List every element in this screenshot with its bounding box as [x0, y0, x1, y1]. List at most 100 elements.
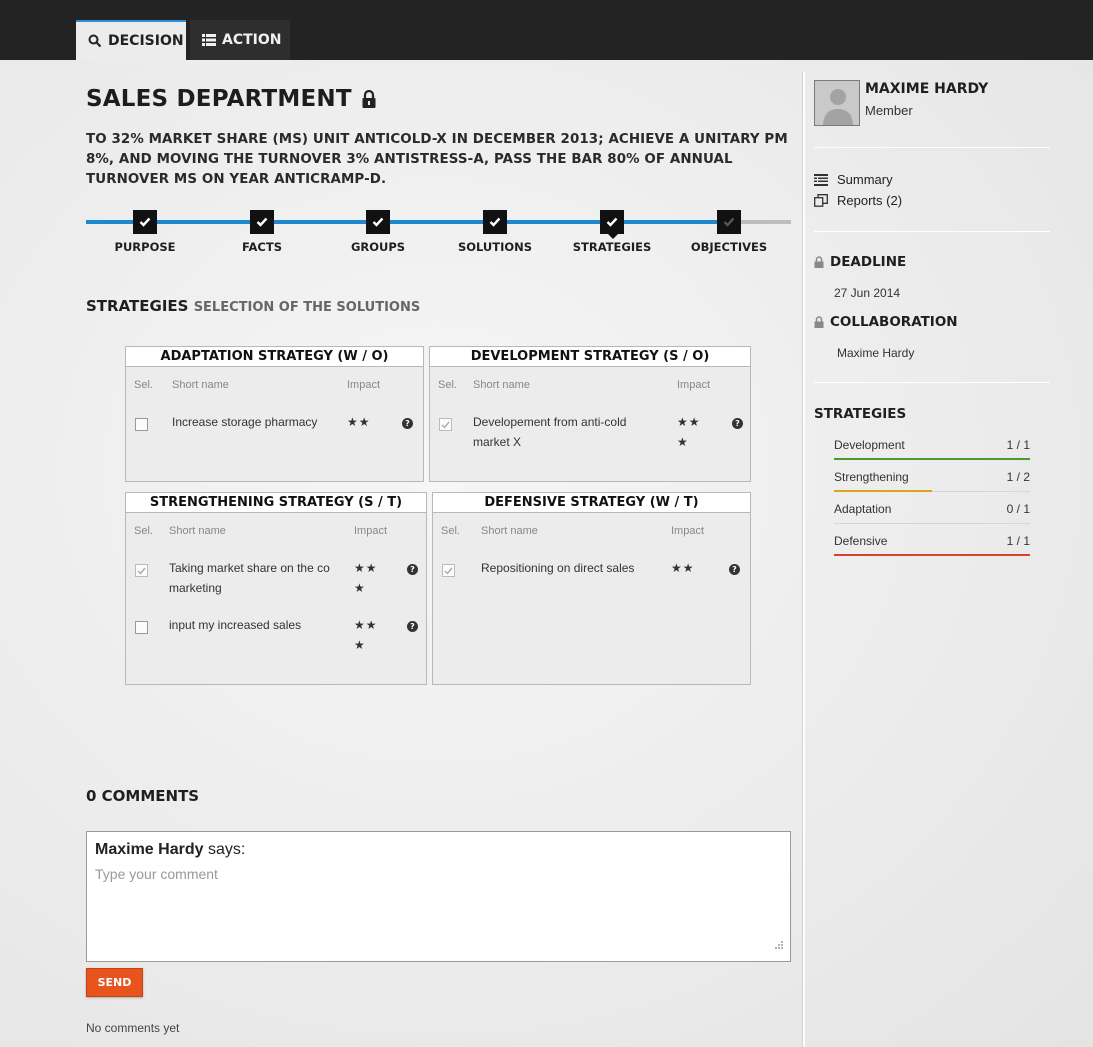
help-icon[interactable]: ?	[732, 418, 743, 429]
table-row: Repositioning on direct sales ★★ ?	[433, 543, 750, 603]
impact-stars: ★★	[671, 561, 695, 575]
solution-name: input my increased sales	[169, 618, 302, 632]
panel-development: DEVELOPMENT STRATEGY (S / O) Sel. Short …	[429, 346, 751, 482]
step-purpose[interactable]: PURPOSE	[85, 210, 205, 254]
avatar[interactable]	[814, 80, 860, 126]
solution-name: Taking market share on the co	[169, 561, 330, 575]
search-icon	[88, 34, 102, 48]
check-icon	[483, 210, 507, 234]
impact-stars: ★★	[677, 415, 701, 429]
col-impact: Impact	[354, 525, 388, 537]
page-title-text: SALES DEPARTMENT	[86, 86, 352, 112]
panel-title: ADAPTATION STRATEGY (W / O)	[126, 347, 423, 367]
send-button[interactable]: SEND	[86, 968, 143, 997]
impact-stars-cont: ★	[354, 638, 366, 652]
comment-says: says:	[207, 841, 246, 858]
impact-stars-cont: ★	[354, 581, 366, 595]
select-checkbox[interactable]	[135, 621, 148, 634]
collaboration-label: COLLABORATION	[830, 314, 958, 330]
help-icon[interactable]: ?	[407, 564, 418, 575]
sidebar-link-reports[interactable]: Reports (2)	[814, 193, 902, 208]
step-label: FACTS	[241, 240, 282, 254]
strategy-count: 1 / 2	[1006, 470, 1030, 484]
section-subtitle: SELECTION OF THE SOLUTIONS	[193, 300, 421, 315]
column-headers: Sel. Short name Impact	[433, 513, 750, 543]
strategy-count: 0 / 1	[1006, 502, 1030, 516]
strategy-name: Adaptation	[834, 502, 892, 516]
divider	[814, 147, 1050, 148]
step-label: SOLUTIONS	[457, 240, 533, 254]
column-headers: Sel. Short name Impact	[430, 367, 750, 397]
table-row: input my increased sales ★★ ★ ?	[126, 600, 426, 660]
panel-strengthening: STRENGTHENING STRATEGY (S / T) Sel. Shor…	[125, 492, 427, 685]
tab-action[interactable]: ACTION	[190, 20, 290, 60]
step-facts[interactable]: FACTS	[202, 210, 322, 254]
lock-icon	[814, 256, 824, 268]
step-groups[interactable]: GROUPS	[318, 210, 438, 254]
impact-stars: ★★	[354, 618, 378, 632]
col-sel: Sel.	[134, 379, 153, 391]
help-icon[interactable]: ?	[402, 418, 413, 429]
strategy-name: Strengthening	[834, 470, 909, 484]
step-strategies[interactable]: STRATEGIES	[552, 210, 672, 254]
checkmark-icon	[441, 421, 450, 429]
select-checkbox[interactable]	[135, 418, 148, 431]
strategy-bar-track	[834, 523, 1030, 524]
sidebar-divider	[802, 72, 805, 1047]
deadline-label: DEADLINE	[830, 254, 907, 270]
strategy-progress-development[interactable]: Development 1 / 1	[834, 438, 1030, 460]
check-icon	[250, 210, 274, 234]
panel-title: DEFENSIVE STRATEGY (W / T)	[433, 493, 750, 513]
tab-decision[interactable]: DECISION	[76, 20, 186, 60]
deadline-heading: DEADLINE	[814, 254, 906, 270]
panel-adaptation: ADAPTATION STRATEGY (W / O) Sel. Short n…	[125, 346, 424, 482]
strategy-progress-defensive[interactable]: Defensive 1 / 1	[834, 534, 1030, 556]
strategy-progress-adaptation[interactable]: Adaptation 0 / 1	[834, 502, 1030, 524]
check-icon	[717, 210, 741, 234]
resize-grip-icon[interactable]	[774, 937, 784, 955]
section-title: STRATEGIES SELECTION OF THE SOLUTIONS	[86, 297, 420, 315]
lock-icon	[814, 316, 824, 328]
tab-decision-label: DECISION	[108, 33, 184, 49]
strategy-bar-fill	[834, 554, 1030, 556]
strategy-progress-strengthening[interactable]: Strengthening 1 / 2	[834, 470, 1030, 492]
comment-author: Maxime Hardy says:	[95, 841, 245, 859]
comment-form: Maxime Hardy says:	[86, 831, 791, 962]
comment-author-name: Maxime Hardy	[95, 841, 204, 858]
help-icon[interactable]: ?	[729, 564, 740, 575]
user-silhouette-icon	[823, 89, 853, 125]
no-comments-text: No comments yet	[86, 1021, 180, 1035]
check-icon	[133, 210, 157, 234]
table-row: Taking market share on the co marketing …	[126, 543, 426, 600]
solution-name: Developement from anti-cold	[473, 415, 627, 429]
select-checkbox[interactable]	[135, 564, 148, 577]
sidebar-link-summary[interactable]: Summary	[814, 172, 893, 187]
comment-input[interactable]	[95, 866, 775, 951]
col-sel: Sel.	[441, 525, 460, 537]
table-row: Increase storage pharmacy ★★ ?	[126, 397, 423, 457]
checkmark-icon	[444, 567, 453, 575]
sidebar-link-label: Reports (2)	[837, 193, 903, 208]
step-objectives[interactable]: OBJECTIVES	[669, 210, 789, 254]
user-role: Member	[865, 103, 913, 118]
help-icon[interactable]: ?	[407, 621, 418, 632]
divider	[814, 382, 1050, 383]
col-impact: Impact	[671, 525, 705, 537]
select-checkbox[interactable]	[442, 564, 455, 577]
section-title-text: STRATEGIES	[86, 297, 189, 315]
step-label: PURPOSE	[114, 240, 176, 254]
list-icon	[202, 34, 216, 46]
collaboration-heading: COLLABORATION	[814, 314, 958, 330]
sidebar-link-label: Summary	[837, 172, 893, 187]
strategy-count: 1 / 1	[1006, 534, 1030, 548]
step-label: OBJECTIVES	[690, 240, 768, 254]
solution-name: Repositioning on direct sales	[481, 561, 635, 575]
step-solutions[interactable]: SOLUTIONS	[435, 210, 555, 254]
col-sel: Sel.	[438, 379, 457, 391]
panel-title: STRENGTHENING STRATEGY (S / T)	[126, 493, 426, 513]
checkmark-icon	[137, 567, 146, 575]
column-headers: Sel. Short name Impact	[126, 513, 426, 543]
current-step-pointer	[608, 234, 618, 239]
select-checkbox[interactable]	[439, 418, 452, 431]
strategies-heading: STRATEGIES	[814, 406, 907, 422]
